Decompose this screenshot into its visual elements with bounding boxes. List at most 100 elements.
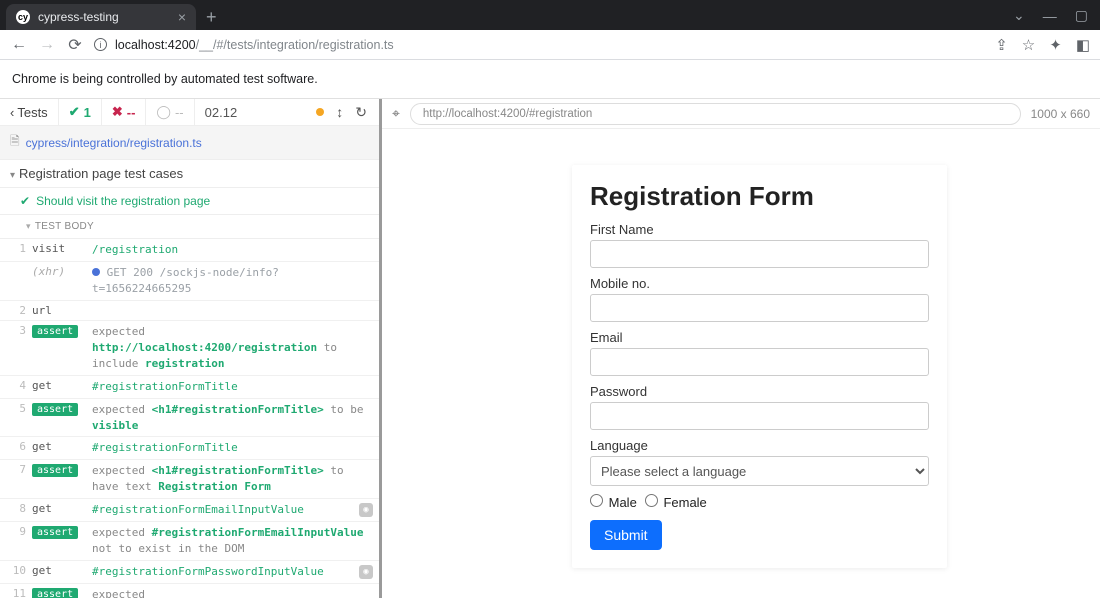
pin-icon[interactable]: ◉	[359, 503, 373, 517]
line-number: 8	[6, 502, 26, 515]
command-log-row[interactable]: 11assertexpected #registrationFormPasswo…	[0, 584, 379, 598]
command-name: get	[32, 502, 86, 515]
command-name: get	[32, 440, 86, 453]
password-input[interactable]	[590, 402, 929, 430]
selector-playground-icon[interactable]: ⌖	[392, 105, 400, 122]
test-title: Should visit the registration page	[36, 194, 210, 208]
email-input[interactable]	[590, 348, 929, 376]
registration-form-card: Registration Form First Name Mobile no. …	[572, 165, 947, 568]
command-log-row[interactable]: 10 get #registrationFormPasswordInputValue…	[0, 561, 379, 584]
command-name: assert	[32, 587, 86, 598]
caret-down-icon: ▾	[10, 170, 15, 181]
forward-icon[interactable]: →	[38, 36, 56, 54]
chevron-left-icon: ‹	[10, 105, 14, 120]
aut-panel: ⌖ http://localhost:4200/#registration 10…	[382, 99, 1100, 598]
female-radio-label[interactable]: Female	[645, 494, 707, 510]
back-icon[interactable]: ←	[10, 36, 28, 54]
address-text: localhost:4200/__/#/tests/integration/re…	[115, 38, 394, 52]
line-number: 3	[6, 324, 26, 337]
browser-tabstrip: cy cypress-testing × + ⌄ — ▢	[0, 0, 1100, 30]
command-log-row[interactable]: 8get#registrationFormEmailInputValue◉	[0, 499, 379, 522]
assert-badge: assert	[32, 526, 78, 539]
language-select[interactable]: Please select a language	[590, 456, 929, 486]
spec-path: cypress/integration/registration.ts	[26, 136, 202, 150]
line-number: 4	[6, 379, 26, 392]
command-log-row[interactable]: 9assertexpected #registrationFormEmailIn…	[0, 522, 379, 561]
command-name: get	[32, 564, 86, 577]
chevron-down-icon[interactable]: ⌄	[1013, 7, 1025, 24]
command-name: (xhr)	[32, 265, 86, 278]
command-log-row[interactable]: 6 get #registrationFormTitle	[0, 437, 379, 460]
new-tab-button[interactable]: +	[196, 4, 227, 30]
command-log-row[interactable]: 1visit/registration	[0, 239, 379, 262]
test-body-label: TEST BODY	[35, 221, 94, 232]
browser-tab[interactable]: cy cypress-testing ×	[6, 4, 196, 30]
failed-count[interactable]: ✖--	[102, 99, 147, 125]
command-name: assert	[32, 324, 86, 337]
command-log-row[interactable]: 2url	[0, 301, 379, 321]
aut-url-box[interactable]: http://localhost:4200/#registration	[410, 103, 1021, 125]
first-name-input[interactable]	[590, 240, 929, 268]
viewport-dims[interactable]: 1000 x 660	[1031, 107, 1090, 121]
command-log: 1visit/registration(xhr) GET 200 /sockjs…	[0, 239, 379, 598]
command-message: #registrationFormPasswordInputValue	[92, 564, 371, 580]
line-number: 5	[6, 402, 26, 415]
pending-count[interactable]: ◯--	[146, 99, 194, 125]
command-message: GET 200 /sockjs-node/info?t=165622466529…	[92, 265, 371, 297]
male-radio[interactable]	[590, 494, 603, 507]
assert-badge: assert	[32, 325, 78, 338]
tab-title: cypress-testing	[38, 10, 119, 24]
pin-icon[interactable]: ◉	[359, 565, 373, 579]
suite-title: Registration page test cases	[19, 166, 183, 181]
email-label: Email	[590, 330, 929, 345]
command-name: assert	[32, 525, 86, 538]
mobile-input[interactable]	[590, 294, 929, 322]
test-row[interactable]: ✔ Should visit the registration page	[0, 188, 379, 215]
line-number: 10	[6, 564, 26, 577]
back-to-tests[interactable]: ‹Tests	[0, 99, 59, 125]
rerun-icon[interactable]: ↻	[355, 104, 367, 121]
female-radio[interactable]	[645, 494, 658, 507]
bookmark-icon[interactable]: ☆	[1022, 36, 1035, 54]
command-name: assert	[32, 463, 86, 476]
panel-icon[interactable]: ◧	[1076, 36, 1090, 54]
site-info-icon[interactable]: i	[94, 38, 107, 51]
command-log-row[interactable]: 4get#registrationFormTitle	[0, 376, 379, 399]
address-bar[interactable]: i localhost:4200/__/#/tests/integration/…	[94, 38, 394, 52]
spec-file-bar[interactable]: 🗎 cypress/integration/registration.ts	[0, 126, 379, 160]
line-number: 11	[6, 587, 26, 598]
command-log-row[interactable]: 3 assert expected http://localhost:4200/re…	[0, 321, 379, 376]
command-message: expected <h1#registrationFormTitle> to b…	[92, 402, 371, 434]
expand-icon[interactable]: ↕	[336, 104, 343, 120]
command-message: #registrationFormTitle	[92, 379, 371, 395]
duration: 02.12	[195, 105, 248, 120]
form-title: Registration Form	[590, 181, 929, 212]
mobile-label: Mobile no.	[590, 276, 929, 291]
reload-icon[interactable]: ⟳	[66, 35, 84, 55]
command-message: expected http://localhost:4200/registrat…	[92, 324, 371, 372]
share-icon[interactable]: ⇪	[995, 36, 1008, 54]
assert-badge: assert	[32, 403, 78, 416]
extensions-icon[interactable]: ✦	[1049, 36, 1062, 54]
circle-icon: ◯	[156, 104, 171, 120]
command-log-row[interactable]: 5 assert expected <h1#registrationFormTitl…	[0, 399, 379, 438]
x-icon: ✖	[112, 104, 123, 120]
passed-count[interactable]: ✔1	[59, 99, 102, 125]
xhr-dot-icon	[92, 268, 100, 276]
line-number: 6	[6, 440, 26, 453]
command-log-row[interactable]: (xhr) GET 200 /sockjs-node/info?t=165622…	[0, 262, 379, 301]
suite-row[interactable]: ▾ Registration page test cases	[0, 160, 379, 188]
line-number: 1	[6, 242, 26, 255]
line-number: 2	[6, 304, 26, 317]
test-body-header[interactable]: ▾ TEST BODY	[0, 215, 379, 239]
tab-close-icon[interactable]: ×	[178, 9, 186, 25]
caret-down-icon: ▾	[26, 221, 31, 232]
male-radio-label[interactable]: Male	[590, 494, 637, 510]
command-message: #registrationFormTitle	[92, 440, 371, 456]
browser-toolbar: ← → ⟳ i localhost:4200/__/#/tests/integr…	[0, 30, 1100, 60]
submit-button[interactable]: Submit	[590, 520, 662, 550]
maximize-icon[interactable]: ▢	[1075, 7, 1088, 24]
line-number: 9	[6, 525, 26, 538]
command-log-row[interactable]: 7assertexpected <h1#registrationFormTitl…	[0, 460, 379, 499]
minimize-icon[interactable]: —	[1043, 8, 1057, 24]
